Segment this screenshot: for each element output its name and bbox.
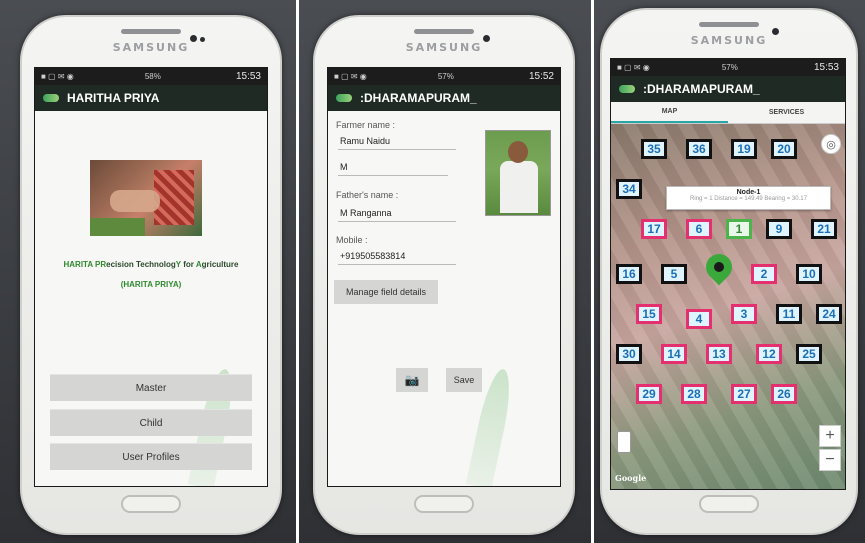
speaker-grille (699, 22, 759, 27)
mobile-label: Mobile : (336, 235, 368, 245)
action-bar: HARITHA PRIYA (35, 85, 267, 111)
screen: ■ ▢ ✉ ◉ 57% 15:52 :DHARAMAPURAM_ Farmer … (327, 67, 561, 487)
map-node[interactable]: 19 (731, 139, 757, 159)
tagline: HARITA PRecision TechnologY for Agricult… (63, 260, 239, 269)
map-node[interactable]: 4 (686, 309, 712, 329)
tab-bar: MAP SERVICES (611, 102, 845, 124)
farmer-name-label: Farmer name : (336, 120, 396, 130)
camera-button[interactable]: 📷 (396, 368, 428, 392)
map-node[interactable]: 10 (796, 264, 822, 284)
tab-map[interactable]: MAP (611, 102, 728, 123)
hero-image (90, 160, 202, 236)
node-info-window: Node-1 Ring = 1 Distance = 149.49 Bearin… (666, 186, 831, 210)
status-bar: ■ ▢ ✉ ◉ 57% 15:53 (611, 59, 845, 76)
map-node[interactable]: 13 (706, 344, 732, 364)
google-logo: Google (615, 473, 647, 483)
map-node[interactable]: 30 (616, 344, 642, 364)
tab-services[interactable]: SERVICES (728, 102, 845, 123)
app-logo-icon (336, 94, 352, 102)
brand-label: SAMSUNG (690, 34, 768, 47)
notification-icons: ■ ▢ ✉ ◉ (617, 63, 650, 72)
village-title: :DHARAMAPURAM_ (643, 82, 760, 96)
save-button[interactable]: Save (446, 368, 482, 392)
screenshot-farmer-profile: SAMSUNG ■ ▢ ✉ ◉ 57% 15:52 :DHARAMAPURAM_… (299, 0, 591, 543)
screen: ■ ▢ ✉ ◉ 58% 15:53 HARITHA PRIYA HARITA P… (34, 67, 268, 487)
map-node[interactable]: 36 (686, 139, 712, 159)
map-node[interactable]: 15 (636, 304, 662, 324)
tagline-subtitle: (HARITA PRIYA) (120, 280, 182, 289)
status-time: 15:52 (528, 71, 554, 82)
map-node[interactable]: 14 (661, 344, 687, 364)
screen: ■ ▢ ✉ ◉ 57% 15:53 :DHARAMAPURAM_ MAP SER… (610, 58, 846, 490)
status-time: 15:53 (235, 71, 261, 82)
brand-label: SAMSUNG (112, 41, 190, 54)
camera-icon: 📷 (404, 373, 420, 387)
home-button[interactable] (414, 495, 474, 513)
map-node[interactable]: 21 (811, 219, 837, 239)
farmer-photo[interactable] (485, 130, 551, 216)
map-node[interactable]: 2 (751, 264, 777, 284)
user-profiles-button[interactable]: User Profiles (50, 443, 252, 470)
speaker-grille (121, 29, 181, 34)
status-bar: ■ ▢ ✉ ◉ 58% 15:53 (35, 68, 267, 85)
speaker-grille (414, 29, 474, 34)
home-button[interactable] (121, 495, 181, 513)
map-node[interactable]: 1 (726, 219, 752, 239)
app-logo-icon (43, 94, 59, 102)
manage-field-details-button[interactable]: Manage field details (334, 280, 438, 304)
map-node[interactable]: 34 (616, 179, 642, 199)
status-battery: 57% (721, 63, 738, 72)
village-title: :DHARAMAPURAM_ (360, 91, 477, 105)
phone-frame: SAMSUNG ■ ▢ ✉ ◉ 57% 15:52 :DHARAMAPURAM_… (313, 15, 575, 535)
screenshot-map: SAMSUNG ■ ▢ ✉ ◉ 57% 15:53 :DHARAMAPURAM_… (594, 0, 865, 543)
map-node[interactable]: 3 (731, 304, 757, 324)
zoom-out-button[interactable]: − (819, 449, 841, 471)
map-node[interactable]: 16 (616, 264, 642, 284)
map-node[interactable]: 11 (776, 304, 802, 324)
status-bar: ■ ▢ ✉ ◉ 57% 15:52 (328, 68, 560, 85)
map-node[interactable]: 20 (771, 139, 797, 159)
location-pin-icon[interactable] (700, 248, 738, 286)
node-detail: Ring = 1 Distance = 149.49 Bearing = 30.… (690, 196, 807, 202)
app-logo-icon (619, 85, 635, 93)
map-node[interactable]: 28 (681, 384, 707, 404)
map-node[interactable]: 29 (636, 384, 662, 404)
mobile-field[interactable]: +919505583814 (338, 249, 456, 265)
map-node[interactable]: 26 (771, 384, 797, 404)
phone-frame: SAMSUNG ■ ▢ ✉ ◉ 58% 15:53 HARITHA PRIYA … (20, 15, 282, 535)
screenshot-home: SAMSUNG ■ ▢ ✉ ◉ 58% 15:53 HARITHA PRIYA … (0, 0, 296, 543)
map-node[interactable]: 35 (641, 139, 667, 159)
action-bar: :DHARAMAPURAM_ (328, 85, 560, 111)
map-node[interactable]: 25 (796, 344, 822, 364)
map-node[interactable]: 24 (816, 304, 842, 324)
status-battery: 57% (437, 72, 454, 81)
node-title: Node-1 (736, 189, 761, 196)
map-node[interactable]: 5 (661, 264, 687, 284)
master-button[interactable]: Master (50, 374, 252, 401)
notification-icons: ■ ▢ ✉ ◉ (41, 72, 74, 81)
father-name-label: Father's name : (336, 190, 399, 200)
app-title: HARITHA PRIYA (67, 91, 160, 105)
farmer-name-field[interactable]: Ramu Naidu (338, 134, 456, 150)
phone-frame: SAMSUNG ■ ▢ ✉ ◉ 57% 15:53 :DHARAMAPURAM_… (600, 8, 858, 535)
map-view[interactable]: 35 36 19 20 34 17 6 1 9 21 16 5 2 10 15 4 3 11 24 30 14 13 12 2… (611, 124, 845, 489)
map-node[interactable]: 12 (756, 344, 782, 364)
brand-label: SAMSUNG (405, 41, 483, 54)
gender-field[interactable]: M (338, 160, 448, 176)
notification-icons: ■ ▢ ✉ ◉ (334, 72, 367, 81)
map-node[interactable]: 9 (766, 219, 792, 239)
status-battery: 58% (144, 72, 161, 81)
father-name-field[interactable]: M Ranganna (338, 206, 456, 222)
action-bar: :DHARAMAPURAM_ (611, 76, 845, 102)
status-time: 15:53 (813, 62, 839, 73)
child-button[interactable]: Child (50, 409, 252, 436)
map-node[interactable]: 27 (731, 384, 757, 404)
device-icon (617, 431, 631, 453)
home-button[interactable] (699, 495, 759, 513)
my-location-icon[interactable]: ◎ (821, 134, 841, 154)
zoom-in-button[interactable]: + (819, 425, 841, 447)
map-node[interactable]: 6 (686, 219, 712, 239)
map-node[interactable]: 17 (641, 219, 667, 239)
